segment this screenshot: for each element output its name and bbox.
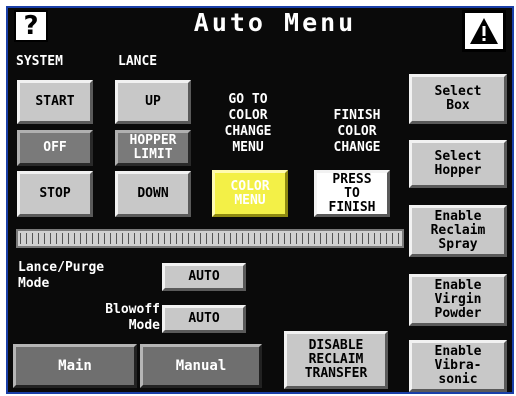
page-title: Auto Menu — [193, 8, 357, 37]
lance-purge-mode-button[interactable]: AUTO — [162, 263, 246, 291]
enable-reclaim-spray-button[interactable]: Enable Reclaim Spray — [409, 205, 507, 257]
select-box-button[interactable]: Select Box — [409, 74, 507, 124]
hmi-screen: ? Auto Menu SYSTEM LANCE START OFF STOP … — [0, 0, 516, 396]
progress-bar-ticks — [20, 233, 400, 244]
lance-up-button[interactable]: UP — [115, 80, 191, 124]
blowoff-mode-button[interactable]: AUTO — [162, 305, 246, 333]
lance-down-button[interactable]: DOWN — [115, 171, 191, 217]
press-to-finish-button[interactable]: PRESS TO FINISH — [314, 170, 390, 217]
color-menu-button[interactable]: COLOR MENU — [212, 170, 288, 217]
hopper-limit-indicator: HOPPER LIMIT — [115, 130, 191, 166]
lance-purge-mode-label: Lance/Purge Mode — [18, 260, 105, 291]
blowoff-mode-label: Blowoff Mode — [105, 302, 160, 333]
start-button[interactable]: START — [17, 80, 93, 124]
system-status-indicator: OFF — [17, 130, 93, 166]
lance-label: LANCE — [118, 54, 158, 69]
manual-button[interactable]: Manual — [140, 344, 262, 388]
disable-reclaim-transfer-button[interactable]: DISABLE RECLAIM TRANSFER — [284, 331, 388, 389]
enable-virgin-powder-button[interactable]: Enable Virgin Powder — [409, 274, 507, 326]
finish-color-change-label: FINISH COLOR CHANGE — [333, 108, 381, 155]
goto-color-change-label: GO TO COLOR CHANGE MENU — [224, 92, 272, 155]
main-button[interactable]: Main — [13, 344, 137, 388]
system-label: SYSTEM — [16, 54, 63, 69]
alarm-button[interactable] — [462, 10, 506, 52]
enable-vibrasonic-button[interactable]: Enable Vibra- sonic — [409, 340, 507, 392]
question-mark-icon: ? — [23, 11, 39, 41]
warning-triangle-icon — [470, 18, 498, 44]
stop-button[interactable]: STOP — [17, 171, 93, 217]
progress-bar — [16, 229, 404, 248]
select-hopper-button[interactable]: Select Hopper — [409, 140, 507, 188]
help-button[interactable]: ? — [14, 10, 48, 42]
